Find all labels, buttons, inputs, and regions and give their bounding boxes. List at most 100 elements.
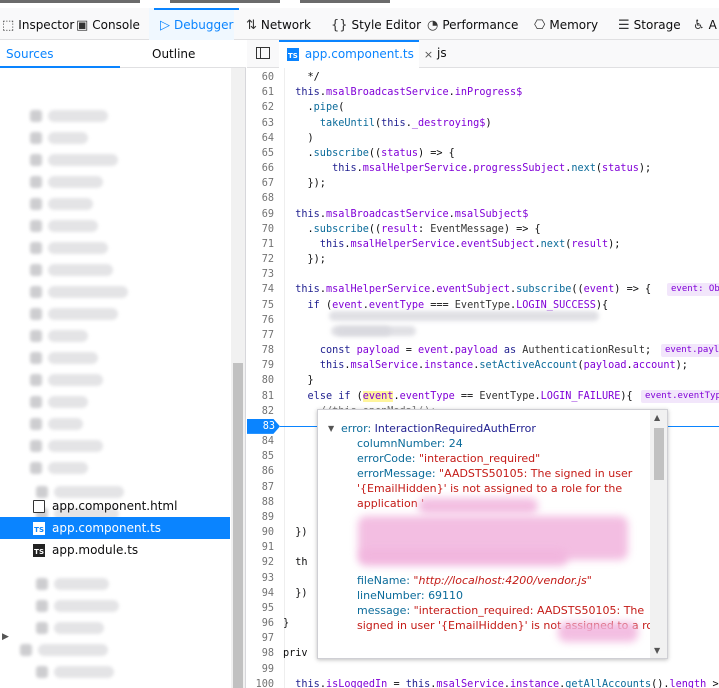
code-line[interactable]: 100 this.isLoggedIn = this.msalService.i… (247, 677, 719, 688)
line-number[interactable]: 60 (247, 70, 274, 85)
popup-header[interactable]: error: InteractionRequiredAuthError (341, 421, 536, 436)
code-line[interactable]: 77 (247, 328, 719, 343)
error-property-row[interactable]: application ' (357, 496, 424, 511)
line-number[interactable]: 90 (247, 525, 274, 540)
inline-value-preview[interactable]: event: Ob (667, 283, 719, 297)
editor-tab-js[interactable]: js (437, 46, 447, 60)
code-line[interactable]: 69 this.msalBroadcastService.msalSubject… (247, 207, 719, 222)
line-number[interactable]: 77 (247, 328, 274, 343)
line-number[interactable]: 79 (247, 358, 274, 373)
line-number[interactable]: 97 (247, 631, 274, 646)
tab-a[interactable]: ♿ A (693, 12, 717, 38)
code-line[interactable]: 71 this.msalHelperService.eventSubject.n… (247, 237, 719, 252)
line-number[interactable]: 80 (247, 373, 274, 388)
line-number[interactable]: 75 (247, 298, 274, 313)
code-line[interactable]: 60 */ (247, 70, 719, 85)
tab-outline[interactable]: Outline (152, 47, 195, 61)
tab-debugger[interactable]: ▷ Debugger (153, 8, 240, 38)
code-line[interactable]: 62 .pipe( (247, 100, 719, 115)
scrollbar-thumb[interactable] (654, 428, 664, 480)
line-number[interactable]: 94 (247, 586, 274, 601)
line-number[interactable]: 69 (247, 207, 274, 222)
code-line[interactable]: 74 this.msalHelperService.eventSubject.s… (247, 282, 719, 297)
line-number[interactable]: 100 (247, 677, 274, 688)
line-number[interactable]: 73 (247, 267, 274, 282)
tab-inspector[interactable]: ⬚ Inspector (2, 12, 74, 38)
line-number[interactable]: 95 (247, 601, 274, 616)
toggle-sources-pane-icon[interactable] (256, 47, 270, 59)
expand-triangle-icon[interactable]: ▶ (2, 632, 9, 642)
source-file-app-component-html[interactable]: app.component.html (0, 495, 230, 517)
error-property-row[interactable]: message: "interaction_required: AADSTS50… (357, 603, 644, 618)
line-number[interactable]: 67 (247, 176, 274, 191)
close-tab-icon[interactable]: × (424, 48, 433, 61)
line-number[interactable]: 78 (247, 343, 274, 358)
line-number[interactable]: 63 (247, 116, 274, 131)
line-number[interactable]: 70 (247, 222, 274, 237)
line-number[interactable]: 81 (247, 389, 274, 404)
line-number[interactable]: 86 (247, 464, 274, 479)
line-number[interactable]: 76 (247, 313, 274, 328)
line-number[interactable]: 91 (247, 540, 274, 555)
line-number[interactable]: 99 (247, 662, 274, 677)
line-number[interactable]: 66 (247, 161, 274, 176)
line-number[interactable]: 61 (247, 85, 274, 100)
line-number[interactable]: 92 (247, 555, 274, 570)
sources-scrollbar[interactable] (231, 68, 245, 688)
code-line[interactable]: 99 (247, 662, 719, 677)
tab-performance[interactable]: ◔ Performance (427, 12, 518, 38)
line-number[interactable]: 93 (247, 571, 274, 586)
paused-line-marker[interactable]: 83 (247, 418, 280, 434)
line-number[interactable]: 85 (247, 449, 274, 464)
line-number[interactable]: 98 (247, 646, 274, 661)
line-number[interactable]: 64 (247, 131, 274, 146)
error-property-row[interactable]: errorCode: "interaction_required" (357, 451, 540, 466)
error-property-row[interactable]: fileName: "http://localhost:4200/vendor.… (357, 573, 592, 588)
source-file-app-component-ts[interactable]: TS app.component.ts (0, 517, 230, 539)
code-line[interactable]: 79 this.msalService.instance.setActiveAc… (247, 358, 719, 373)
tab-sources[interactable]: Sources (6, 47, 53, 61)
expand-arrow-icon[interactable]: ▼ (328, 424, 334, 433)
code-line[interactable]: 73 (247, 267, 719, 282)
code-line[interactable]: 63 takeUntil(this._destroying$) (247, 116, 719, 131)
line-number[interactable]: 96 (247, 616, 274, 631)
tab-storage[interactable]: ☰ Storage (618, 12, 681, 38)
code-line[interactable]: 66 this.msalHelperService.progressSubjec… (247, 161, 719, 176)
line-number[interactable]: 87 (247, 480, 274, 495)
line-number[interactable]: 82 (247, 404, 274, 419)
editor-tab-app-component-ts[interactable]: TS app.component.ts × (279, 40, 433, 68)
error-property-row[interactable]: lineNumber: 69110 (357, 588, 463, 603)
error-property-row[interactable]: '{EmailHidden}' is not assigned to a rol… (357, 481, 622, 496)
tab-console[interactable]: ▣ Console (76, 12, 140, 38)
code-line[interactable]: 68 (247, 191, 719, 206)
tab-style-editor[interactable]: {} Style Editor (331, 12, 421, 38)
code-line[interactable]: 80 } (247, 373, 719, 388)
line-number[interactable]: 72 (247, 252, 274, 267)
source-file-app-module-ts[interactable]: TS app.module.ts (0, 539, 230, 561)
code-line[interactable]: 67 }); (247, 176, 719, 191)
inline-value-preview[interactable]: event.paylo (661, 344, 719, 358)
tab-network[interactable]: ⇅ Network (246, 12, 311, 38)
line-number[interactable]: 84 (247, 434, 274, 449)
line-number[interactable]: 89 (247, 510, 274, 525)
code-line[interactable]: 70 .subscribe((result: EventMessage) => … (247, 222, 719, 237)
tab-memory[interactable]: ⎔ Memory (534, 12, 598, 38)
scroll-up-icon[interactable]: ▲ (654, 413, 660, 422)
error-property-row[interactable]: errorMessage: "AADSTS50105: The signed i… (357, 466, 632, 481)
code-line[interactable]: 64 ) (247, 131, 719, 146)
line-number[interactable]: 65 (247, 146, 274, 161)
popup-scrollbar[interactable]: ▲ ▼ (650, 410, 667, 658)
code-line[interactable]: 65 .subscribe((status) => { (247, 146, 719, 161)
scroll-down-icon[interactable]: ▼ (654, 646, 660, 655)
inline-value-preview[interactable]: event.eventTyp (641, 389, 719, 403)
line-number[interactable]: 71 (247, 237, 274, 252)
scrollbar-thumb[interactable] (233, 363, 243, 688)
error-property-row[interactable]: columnNumber: 24 (357, 436, 463, 451)
code-line[interactable]: 61 this.msalBroadcastService.inProgress$ (247, 85, 719, 100)
line-number[interactable]: 74 (247, 282, 274, 297)
code-line[interactable]: 78 const payload = event.payload as Auth… (247, 343, 719, 358)
line-number[interactable]: 62 (247, 100, 274, 115)
line-number[interactable]: 68 (247, 191, 274, 206)
code-line[interactable]: 72 }); (247, 252, 719, 267)
line-number[interactable]: 88 (247, 495, 274, 510)
